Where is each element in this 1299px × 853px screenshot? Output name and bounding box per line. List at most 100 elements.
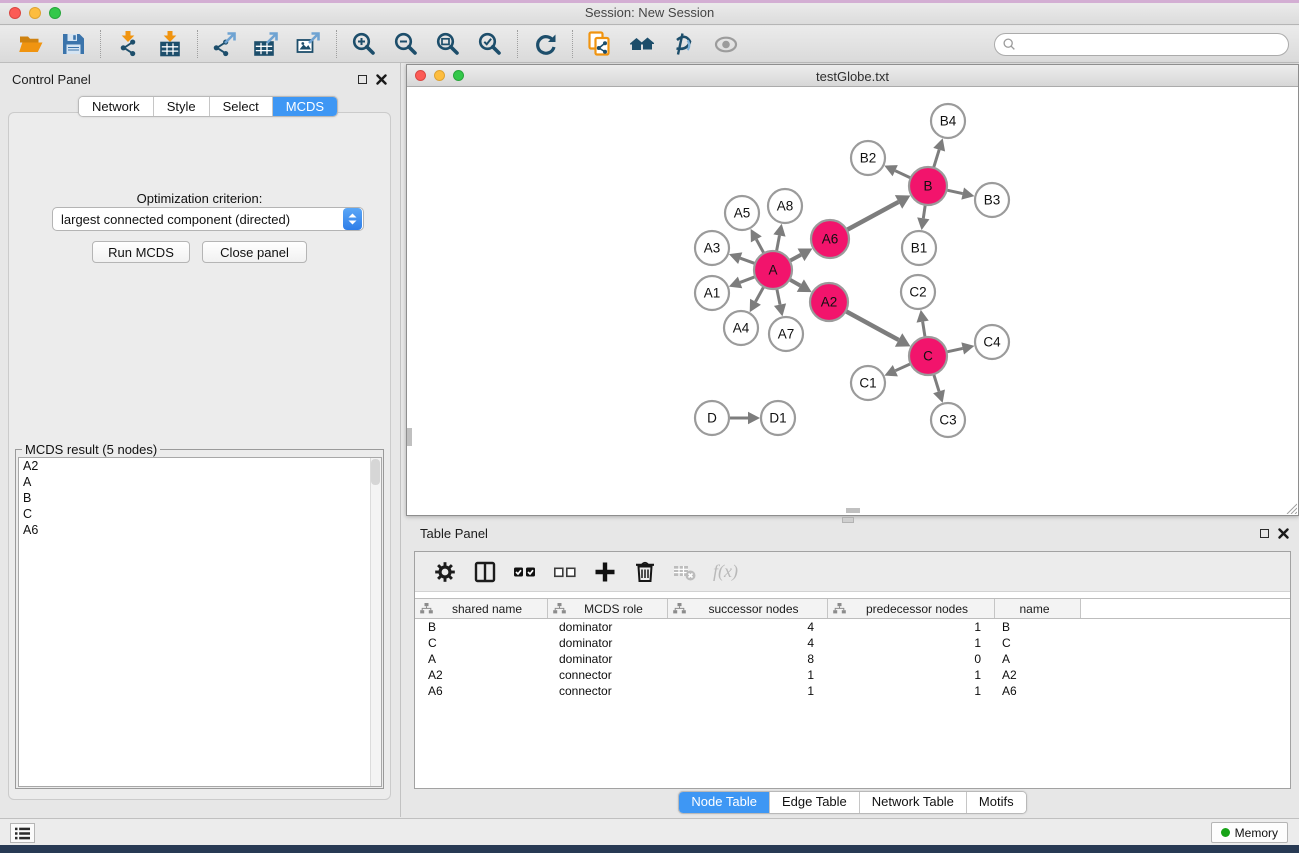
graph-node-C3[interactable]: C3 bbox=[931, 403, 965, 437]
graph-node-A5[interactable]: A5 bbox=[725, 196, 759, 230]
duplicate-network-icon[interactable] bbox=[586, 30, 614, 58]
graph-node-A7[interactable]: A7 bbox=[769, 317, 803, 351]
float-table-panel-icon[interactable] bbox=[1260, 529, 1269, 538]
graph-edge-A-A6[interactable] bbox=[790, 248, 813, 261]
graph-node-D1[interactable]: D1 bbox=[761, 401, 795, 435]
window-resize-grip[interactable] bbox=[1284, 501, 1297, 514]
close-table-panel-icon[interactable] bbox=[1278, 528, 1289, 539]
graph-edge-B-B2[interactable] bbox=[884, 165, 910, 178]
graph-edge-C-C3[interactable] bbox=[933, 374, 945, 403]
graph-node-A1[interactable]: A1 bbox=[695, 276, 729, 310]
graph-edge-B-B3[interactable] bbox=[947, 188, 975, 200]
graph-node-A4[interactable]: A4 bbox=[724, 311, 758, 345]
zoom-out-icon[interactable] bbox=[392, 30, 420, 58]
tab-style[interactable]: Style bbox=[154, 97, 210, 116]
graph-edge-A-A4[interactable] bbox=[750, 287, 764, 313]
table-columns-icon[interactable] bbox=[471, 558, 499, 586]
column-header-name[interactable]: name bbox=[995, 599, 1081, 618]
graph-node-B3[interactable]: B3 bbox=[975, 183, 1009, 217]
graph-edge-D-D1[interactable] bbox=[729, 412, 760, 424]
graph-node-A8[interactable]: A8 bbox=[768, 189, 802, 223]
export-image-icon[interactable] bbox=[295, 30, 323, 58]
zoom-in-icon[interactable] bbox=[350, 30, 378, 58]
graph-node-C2[interactable]: C2 bbox=[901, 275, 935, 309]
graph-node-D[interactable]: D bbox=[695, 401, 729, 435]
mcds-result-item[interactable]: B bbox=[19, 490, 381, 506]
graph-node-B1[interactable]: B1 bbox=[902, 231, 936, 265]
table-row[interactable]: A6connector11A6 bbox=[415, 683, 1290, 699]
column-header-successor-nodes[interactable]: successor nodes bbox=[668, 599, 828, 618]
select-all-checkboxes-icon[interactable] bbox=[511, 558, 539, 586]
mcds-result-item[interactable]: A2 bbox=[19, 458, 381, 474]
graph-node-A3[interactable]: A3 bbox=[695, 231, 729, 265]
table-row[interactable]: Adominator80A bbox=[415, 651, 1290, 667]
graph-edge-C-C2[interactable] bbox=[917, 310, 929, 337]
network-canvas[interactable]: A A1 A2 A3 A4 A5 A6 A7 A8 B B1 B2 B3 B4 C C1 C2 C3 C4 D D1 bbox=[408, 88, 1297, 508]
import-table-icon[interactable] bbox=[156, 30, 184, 58]
column-header-shared-name[interactable]: shared name bbox=[415, 599, 548, 618]
refresh-view-icon[interactable] bbox=[531, 30, 559, 58]
delete-column-icon[interactable] bbox=[631, 558, 659, 586]
export-network-icon[interactable] bbox=[211, 30, 239, 58]
optimization-criterion-select[interactable]: largest connected component (directed) bbox=[52, 207, 364, 231]
table-row[interactable]: Bdominator41B bbox=[415, 619, 1290, 635]
graph-edge-C-C1[interactable] bbox=[884, 364, 910, 377]
zoom-selected-icon[interactable] bbox=[476, 30, 504, 58]
graph-node-B4[interactable]: B4 bbox=[931, 104, 965, 138]
graph-edge-A-A5[interactable] bbox=[751, 229, 764, 253]
graph-edge-B-B4[interactable] bbox=[933, 138, 945, 168]
open-file-icon[interactable] bbox=[17, 30, 45, 58]
search-box[interactable] bbox=[994, 33, 1289, 56]
graph-node-A[interactable]: A bbox=[754, 251, 792, 289]
run-mcds-button[interactable]: Run MCDS bbox=[92, 241, 190, 263]
column-header-MCDS-role[interactable]: MCDS role bbox=[548, 599, 668, 618]
graph-node-C1[interactable]: C1 bbox=[851, 366, 885, 400]
table-settings-icon[interactable] bbox=[431, 558, 459, 586]
network-horizontal-scrollbar[interactable] bbox=[408, 507, 1297, 514]
import-network-icon[interactable] bbox=[114, 30, 142, 58]
add-column-icon[interactable] bbox=[591, 558, 619, 586]
mcds-list-scrollbar[interactable] bbox=[370, 458, 381, 786]
deselect-all-checkboxes-icon[interactable] bbox=[551, 558, 579, 586]
graph-node-A2[interactable]: A2 bbox=[810, 283, 848, 321]
graph-edge-A-A3[interactable] bbox=[729, 252, 755, 264]
show-hide-panels-icon[interactable] bbox=[712, 30, 740, 58]
graph-node-C[interactable]: C bbox=[909, 337, 947, 375]
tab-select[interactable]: Select bbox=[210, 97, 273, 116]
export-table-icon[interactable] bbox=[253, 30, 281, 58]
graph-node-B2[interactable]: B2 bbox=[851, 141, 885, 175]
graph-edge-A6-B[interactable] bbox=[847, 195, 911, 230]
table-row[interactable]: Cdominator41C bbox=[415, 635, 1290, 651]
graph-node-A6[interactable]: A6 bbox=[811, 220, 849, 258]
network-vertical-scrollbar[interactable] bbox=[407, 88, 413, 508]
memory-button[interactable]: Memory bbox=[1211, 822, 1288, 843]
graph-edge-A-A7[interactable] bbox=[774, 289, 786, 317]
table-row[interactable]: A2connector11A2 bbox=[415, 667, 1290, 683]
mcds-result-item[interactable]: C bbox=[19, 506, 381, 522]
graph-edge-A-A1[interactable] bbox=[729, 277, 755, 289]
tab-network-table[interactable]: Network Table bbox=[860, 792, 967, 813]
tab-motifs[interactable]: Motifs bbox=[967, 792, 1026, 813]
pane-divider-grip[interactable] bbox=[842, 517, 854, 523]
graph-edge-A2-C[interactable] bbox=[846, 311, 911, 347]
graph-edge-C-C4[interactable] bbox=[947, 342, 975, 354]
tab-mcds[interactable]: MCDS bbox=[273, 97, 337, 116]
mcds-result-item[interactable]: A bbox=[19, 474, 381, 490]
column-header-predecessor-nodes[interactable]: predecessor nodes bbox=[828, 599, 995, 618]
graph-edge-B-B1[interactable] bbox=[917, 205, 929, 230]
task-history-button[interactable] bbox=[10, 823, 35, 843]
graph-edge-A-A8[interactable] bbox=[773, 224, 785, 252]
toggle-graphics-details-icon[interactable] bbox=[670, 30, 698, 58]
search-input[interactable] bbox=[1017, 36, 1288, 54]
graph-node-B[interactable]: B bbox=[909, 167, 947, 205]
tab-edge-table[interactable]: Edge Table bbox=[770, 792, 860, 813]
graph-edge-A-A2[interactable] bbox=[789, 279, 811, 292]
zoom-fit-icon[interactable] bbox=[434, 30, 462, 58]
mcds-result-item[interactable]: A6 bbox=[19, 522, 381, 538]
save-session-icon[interactable] bbox=[59, 30, 87, 58]
tab-network[interactable]: Network bbox=[79, 97, 154, 116]
float-panel-icon[interactable] bbox=[358, 75, 367, 84]
graph-node-C4[interactable]: C4 bbox=[975, 325, 1009, 359]
close-panel-button[interactable]: Close panel bbox=[202, 241, 307, 263]
tab-node-table[interactable]: Node Table bbox=[679, 792, 770, 813]
